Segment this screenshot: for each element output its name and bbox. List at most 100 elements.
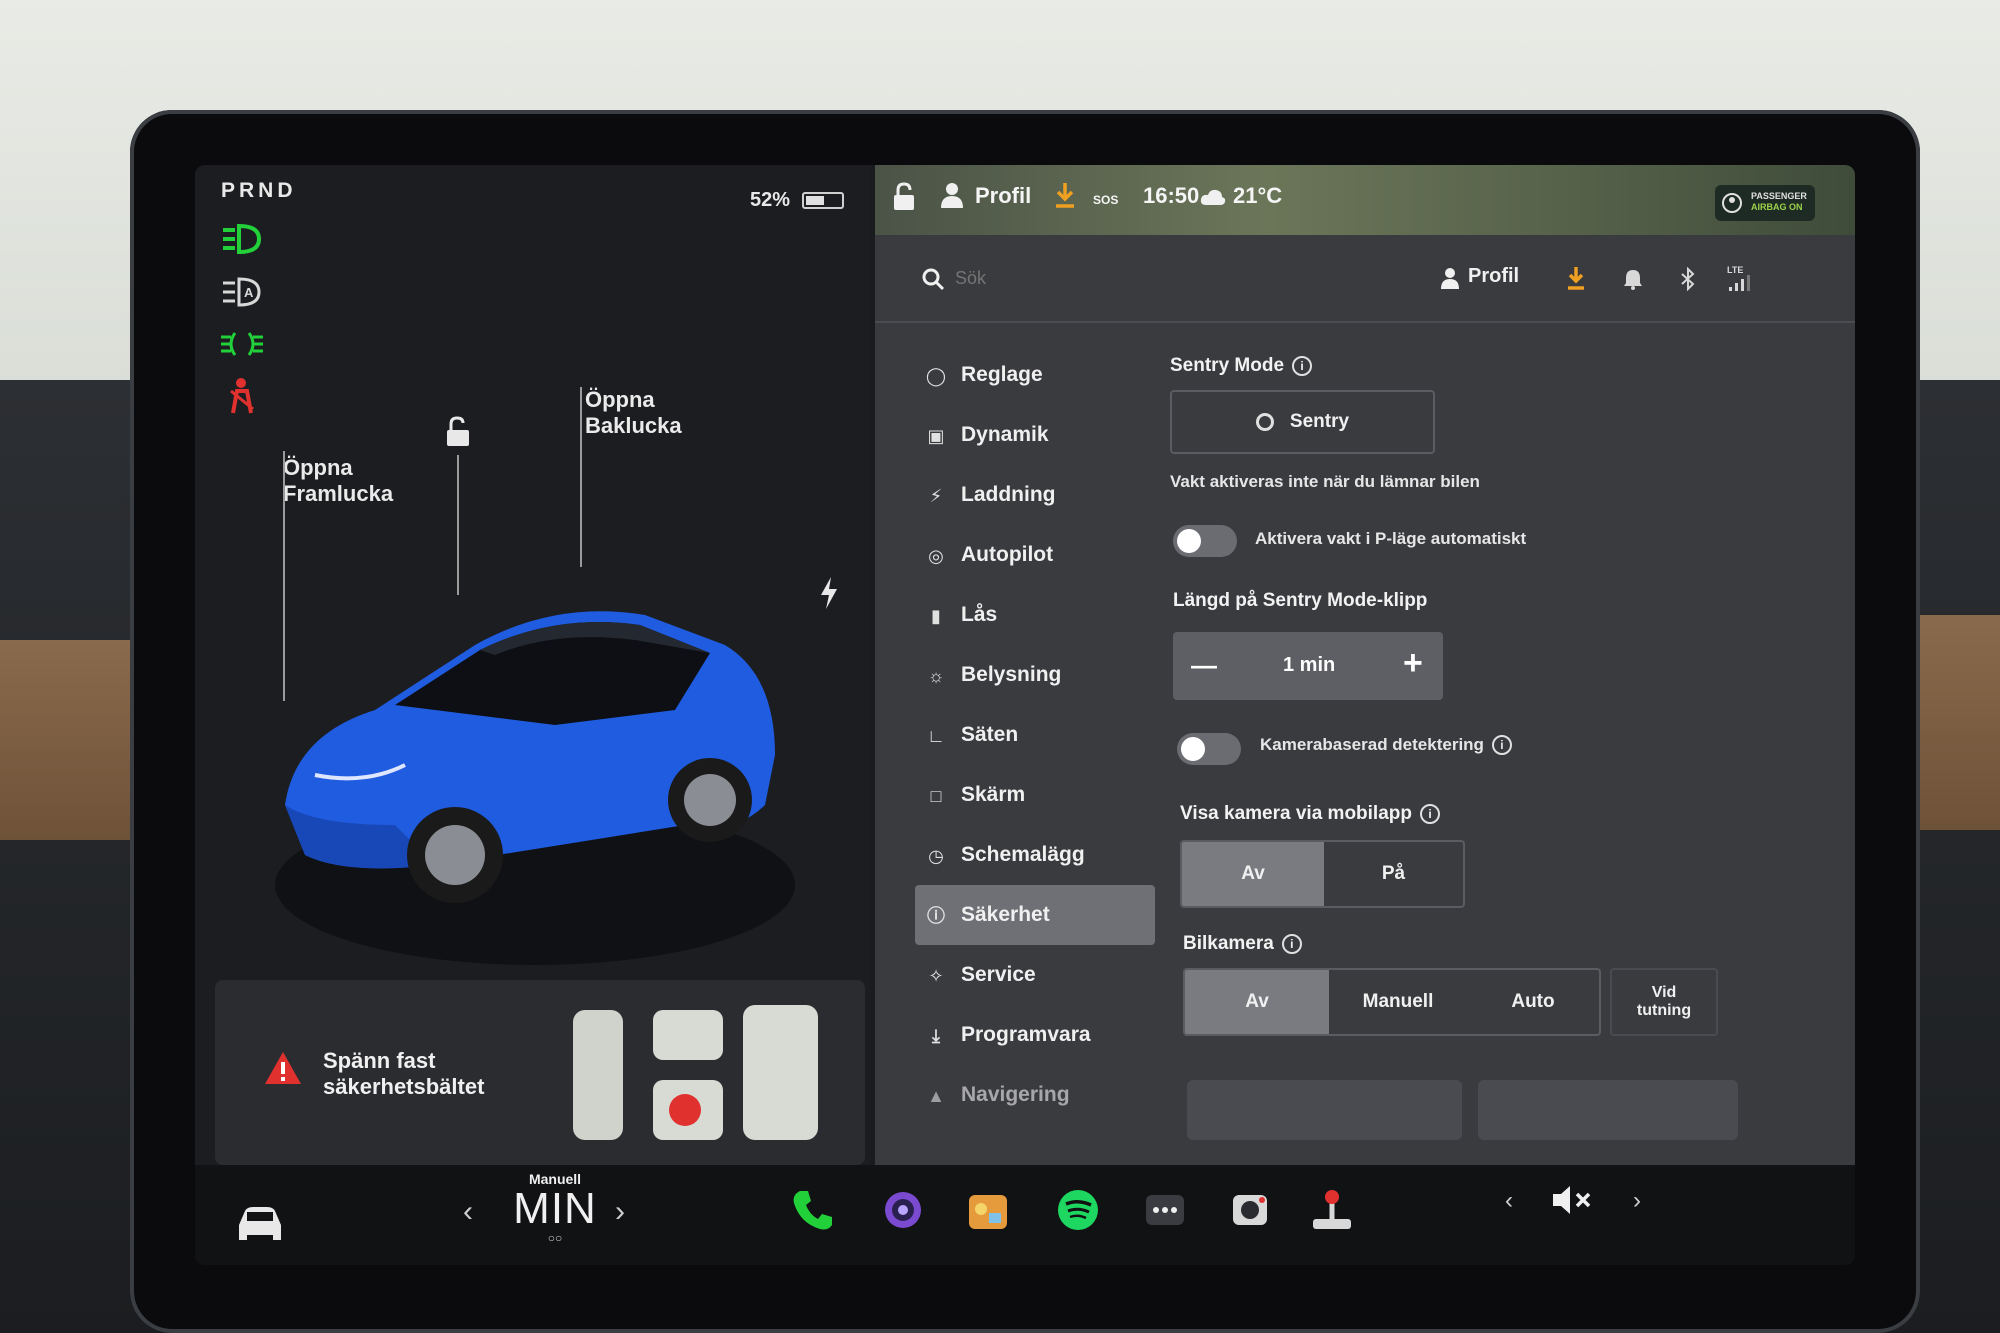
mobile-camera-on[interactable]: På	[1324, 842, 1463, 906]
menu-item-label: Belysning	[961, 663, 1062, 686]
car-panel: PRND 52% A Öppna Framlucka Öppna Bakluck…	[195, 165, 870, 1165]
profile-icon[interactable]	[940, 182, 964, 208]
dashcam-on-honk[interactable]: Vid tutning	[1610, 968, 1718, 1036]
dashcam-app-icon[interactable]	[1225, 1185, 1275, 1235]
download-icon: ⤓	[932, 1026, 940, 1046]
menu-item-belysning[interactable]: ☼ Belysning	[915, 645, 1155, 705]
mobile-camera-off[interactable]: Av	[1182, 842, 1324, 906]
sentry-auto-toggle[interactable]	[1173, 525, 1237, 557]
unlock-icon[interactable]	[441, 415, 475, 449]
sun-icon: ☼	[927, 666, 945, 686]
wiper-icon: ○○	[547, 1231, 563, 1245]
dashcam-manual[interactable]: Manuell	[1329, 970, 1467, 1034]
camera-app-icon[interactable]	[878, 1185, 928, 1235]
settings-card[interactable]	[1478, 1080, 1738, 1140]
seatbelt-alert-line1: Spänn fast	[323, 1048, 436, 1073]
sos-label[interactable]: SOS	[1093, 193, 1118, 207]
gear-indicator: PRND	[221, 179, 297, 202]
menu-item-autopilot[interactable]: ◎ Autopilot	[915, 525, 1155, 585]
dashcam-auto[interactable]: Auto	[1467, 970, 1599, 1034]
lock-icon: ▮	[931, 606, 941, 626]
menu-item-label: Skärm	[961, 783, 1026, 806]
menu-item-schemalagg[interactable]: ◷ Schemalägg	[915, 825, 1155, 885]
menu-item-las[interactable]: ▮ Lås	[915, 585, 1155, 645]
chevron-right-icon[interactable]: ›	[615, 1195, 625, 1229]
download-icon[interactable]	[1565, 265, 1587, 291]
menu-item-label: Lås	[961, 603, 998, 626]
car-icon[interactable]	[233, 1203, 285, 1241]
wiper-control[interactable]: Manuell MIN ○○	[500, 1171, 610, 1245]
display-icon: □	[930, 786, 942, 806]
camera-detection-toggle[interactable]	[1177, 733, 1241, 765]
menu-item-label: Reglage	[961, 363, 1043, 386]
more-apps-icon[interactable]	[1140, 1185, 1190, 1235]
info-circle-icon: ⓘ	[927, 906, 945, 926]
dashcam-off[interactable]: Av	[1185, 970, 1329, 1034]
clip-length-value: 1 min	[1283, 654, 1336, 676]
phone-icon[interactable]	[788, 1185, 838, 1235]
spotify-icon[interactable]	[1053, 1185, 1103, 1235]
menu-item-programvara[interactable]: ⤓ Programvara	[915, 1005, 1155, 1065]
download-icon[interactable]	[1053, 181, 1077, 209]
airbag-icon	[1722, 193, 1742, 213]
airbag-line1: PASSENGER	[1751, 191, 1807, 201]
joystick-icon[interactable]	[1307, 1185, 1357, 1235]
plus-icon[interactable]: +	[1403, 644, 1423, 683]
wrench-icon: ✧	[928, 966, 944, 986]
chevron-left-icon[interactable]: ‹	[463, 1195, 473, 1229]
camera-detection-label: Kamerabaserad detektering i	[1260, 735, 1512, 755]
clip-length-stepper[interactable]: — 1 min +	[1173, 632, 1443, 700]
profile-button[interactable]: Profil	[1468, 265, 1519, 288]
info-icon[interactable]: i	[1292, 356, 1313, 376]
menu-item-sakerhet[interactable]: ⓘ Säkerhet	[915, 885, 1155, 945]
trunk-label[interactable]: Öppna Baklucka	[585, 387, 682, 439]
bell-icon[interactable]	[1623, 268, 1643, 290]
profile-icon[interactable]	[1440, 267, 1460, 289]
sentry-mode-title: Sentry Mode i	[1170, 355, 1313, 377]
clock: 16:50	[1143, 183, 1200, 208]
profile-label[interactable]: Profil	[975, 183, 1031, 209]
chevron-left-icon[interactable]: ‹	[1505, 1187, 1513, 1215]
search-input[interactable]	[955, 261, 1255, 295]
battery-icon	[802, 192, 845, 209]
volume-mute-icon[interactable]	[1550, 1183, 1594, 1217]
menu-item-label: Säten	[961, 723, 1019, 746]
sentry-button[interactable]: Sentry	[1170, 390, 1435, 454]
menu-item-skarm[interactable]: □ Skärm	[915, 765, 1155, 825]
frunk-label[interactable]: Öppna Framlucka	[283, 455, 393, 507]
minus-icon[interactable]: —	[1191, 650, 1217, 681]
camera-detection-text: Kamerabaserad detektering	[1260, 735, 1484, 754]
chevron-right-icon[interactable]: ›	[1633, 1187, 1641, 1215]
menu-item-service[interactable]: ✧ Service	[915, 945, 1155, 1005]
settings-menu: ◯ Reglage ▣ Dynamik ⚡ Laddning ◎ Autopil…	[915, 345, 1155, 1125]
search-row: Profil LTE	[875, 235, 1855, 323]
dashcam-selector: Av Manuell Auto	[1183, 968, 1601, 1036]
menu-item-label: Säkerhet	[961, 903, 1050, 926]
toggle-knob	[1177, 529, 1201, 553]
settings-card[interactable]	[1187, 1080, 1462, 1140]
menu-item-saten[interactable]: ∟ Säten	[915, 705, 1155, 765]
airbag-line2: AIRBAG ON	[1751, 202, 1803, 212]
clip-length-title: Längd på Sentry Mode-klipp	[1173, 590, 1428, 611]
menu-item-dynamik[interactable]: ▣ Dynamik	[915, 405, 1155, 465]
menu-item-reglage[interactable]: ◯ Reglage	[915, 345, 1155, 405]
svg-text:A: A	[244, 285, 254, 300]
info-icon[interactable]: i	[1281, 934, 1302, 954]
search-icon[interactable]	[921, 267, 945, 291]
info-icon[interactable]: i	[1420, 804, 1440, 824]
sentry-auto-label: Aktivera vakt i P-läge automatiskt	[1255, 529, 1527, 548]
lte-label: LTE	[1727, 265, 1744, 275]
menu-item-label: Programvara	[961, 1023, 1091, 1046]
dashcam-title-text: Bilkamera	[1183, 933, 1274, 954]
auto-high-beam-icon: A	[223, 277, 261, 307]
dashcam-honk-line2: tutning	[1636, 1002, 1692, 1019]
menu-item-navigering[interactable]: ▲ Navigering	[915, 1065, 1155, 1125]
status-bar: Profil SOS 16:50 21°C PASSENGER AIRBAG O…	[875, 165, 1855, 235]
info-icon[interactable]: i	[1491, 735, 1512, 755]
menu-item-laddning[interactable]: ⚡ Laddning	[915, 465, 1155, 525]
lock-status-icon[interactable]	[891, 181, 917, 213]
toybox-icon[interactable]	[963, 1185, 1013, 1235]
bluetooth-icon[interactable]	[1680, 267, 1696, 291]
toggle-knob	[1181, 737, 1205, 761]
charge-port-icon[interactable]	[817, 575, 841, 611]
